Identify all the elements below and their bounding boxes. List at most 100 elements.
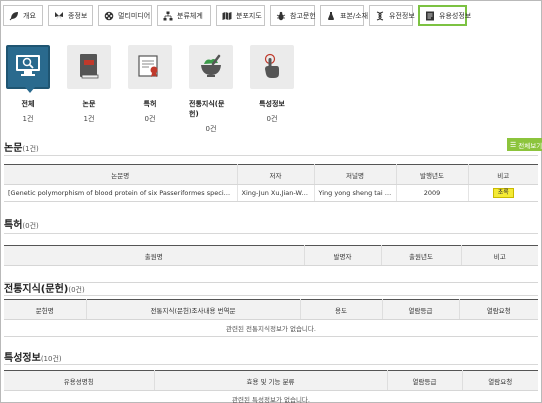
- map-icon: [222, 11, 232, 21]
- column-header: 저널명: [314, 164, 397, 185]
- column-header: 출원명: [4, 245, 305, 266]
- specimen-icon: [326, 11, 336, 21]
- section-heading: 특성정보: [4, 353, 41, 364]
- tab-label: 멀티미디어: [118, 11, 151, 20]
- column-header: 비고: [461, 245, 538, 266]
- category-all[interactable]: 전체 1건: [6, 45, 50, 134]
- category-card[interactable]: [6, 45, 50, 93]
- category-name: 특허: [143, 100, 157, 108]
- column-header: 발행년도: [396, 164, 469, 185]
- tab-label: 참고문헌: [290, 11, 316, 20]
- empty-message: 관련된 전통지식정보가 없습니다.: [4, 319, 538, 337]
- category-name: 전통지식(문헌): [189, 100, 225, 118]
- divider: [4, 295, 538, 296]
- tab-taxonomy[interactable]: 분류체계: [157, 5, 211, 26]
- column-header: 열람등급: [382, 299, 460, 320]
- column-header: 열람요청: [462, 370, 538, 391]
- characteristics-table: 유용성명칭 효용 및 기능 분류 열람등급 열람요청 관련된 특성정보가 없습니…: [4, 370, 538, 403]
- tab-label: 종정보: [68, 11, 88, 20]
- tab-distribution-map[interactable]: 분포지도: [216, 5, 265, 26]
- column-header: 용도: [300, 299, 383, 320]
- paper-title-link[interactable]: [Genetic polymorphism of blood protein o…: [4, 184, 238, 202]
- category-patents[interactable]: 특허 0건: [128, 45, 172, 134]
- tab-label: 개요: [23, 11, 36, 20]
- touch-hand-icon: [261, 53, 283, 81]
- film-reel-icon: [104, 11, 114, 21]
- category-card[interactable]: [67, 45, 111, 89]
- tab-label: 분류체계: [177, 11, 203, 20]
- butterfly-icon: [54, 11, 64, 21]
- leaf-icon: [9, 11, 19, 21]
- category-count: 1건: [22, 115, 34, 123]
- paper-author: Xing-Jun Xu,Jian-Wei …: [237, 184, 315, 202]
- column-header: 효용 및 기능 분류: [154, 370, 388, 391]
- document-list-icon: [425, 11, 435, 21]
- characteristics-section-title: 특성정보(10건): [4, 349, 62, 364]
- mortar-pestle-icon: [198, 54, 224, 80]
- table-header-row: 논문명 저자 저널명 발행년도 비고: [4, 164, 538, 185]
- tab-label: 유전정보: [389, 11, 415, 20]
- abstract-button[interactable]: 초록: [492, 188, 514, 198]
- divider: [4, 233, 538, 234]
- tab-label: 유용성정보: [439, 11, 472, 20]
- column-header: 논문명: [4, 164, 238, 185]
- section-count: (0건): [22, 222, 39, 230]
- empty-message: 관련된 특성정보가 없습니다.: [4, 390, 538, 403]
- tab-label: 표본/소재: [340, 11, 369, 20]
- tab-genetic-info[interactable]: 유전정보: [369, 5, 415, 26]
- column-header: 비고: [468, 164, 538, 185]
- tab-references[interactable]: 참고문헌: [270, 5, 316, 26]
- list-icon: ☰: [510, 140, 517, 149]
- divider: [4, 155, 538, 156]
- category-count: 1건: [83, 115, 95, 123]
- paper-journal: Ying yong sheng tai xu…: [314, 184, 397, 202]
- certificate-icon: [138, 54, 162, 80]
- view-all-label: 전체보기: [518, 141, 542, 150]
- tab-label: 분포지도: [236, 11, 262, 20]
- table-row: 관련된 특성정보가 없습니다.: [4, 390, 538, 403]
- paper-year: 2009: [396, 184, 469, 202]
- tab-multimedia[interactable]: 멀티미디어: [98, 5, 152, 26]
- column-header: 열람요청: [459, 299, 538, 320]
- column-header: 열람등급: [387, 370, 463, 391]
- category-characteristics[interactable]: 특성정보 0건: [250, 45, 294, 134]
- tab-overview[interactable]: 개요: [3, 5, 43, 26]
- dna-icon: [375, 10, 385, 21]
- view-all-button[interactable]: ☰ 전체보기: [507, 138, 542, 151]
- category-name: 논문: [82, 100, 96, 108]
- category-name: 특성정보: [259, 100, 285, 108]
- category-traditional-knowledge[interactable]: 전통지식(문헌) 0건: [189, 45, 233, 134]
- category-count: 0건: [266, 115, 278, 123]
- column-header: 유용성명칭: [4, 370, 155, 391]
- column-header: 출원년도: [381, 245, 462, 266]
- tab-bar: 개요 종정보 멀티미디어 분류체계 분포지도 참고문헌 표본/소재 유전정보 유…: [3, 5, 471, 26]
- section-heading: 전통지식(문헌): [4, 284, 69, 295]
- tab-specimen[interactable]: 표본/소재: [320, 5, 368, 26]
- category-card[interactable]: [250, 45, 294, 89]
- tab-species-info[interactable]: 종정보: [48, 5, 93, 26]
- category-name: 전체: [21, 100, 35, 108]
- traditional-section-title: 전통지식(문헌)(0건): [4, 280, 85, 295]
- tab-usefulness-info[interactable]: 유용성정보: [418, 5, 471, 26]
- tree-hierarchy-icon: [163, 11, 173, 21]
- category-count: 0건: [144, 115, 156, 123]
- column-header: 저자: [237, 164, 315, 185]
- traditional-table: 문헌명 전통지식(문헌)조사내용 번역문 용도 열람등급 열람요청 관련된 전통…: [4, 299, 538, 337]
- book-icon: [78, 53, 100, 81]
- category-selector: 전체 1건 논문 1건 특허 0건 전통지식(문헌) 0건 특성정보 0건: [6, 45, 294, 134]
- section-count: (1건): [22, 145, 39, 153]
- table-row[interactable]: [Genetic polymorphism of blood protein o…: [4, 184, 538, 202]
- section-heading: 특허: [4, 220, 23, 231]
- category-card[interactable]: [189, 45, 233, 89]
- papers-table: 논문명 저자 저널명 발행년도 비고 [Genetic polymorphism…: [4, 164, 538, 202]
- table-header-row: 유용성명칭 효용 및 기능 분류 열람등급 열람요청: [4, 370, 538, 391]
- column-header: 발명자: [304, 245, 382, 266]
- category-card[interactable]: [128, 45, 172, 89]
- column-header: 문헌명: [4, 299, 87, 320]
- patents-table: 출원명 발명자 출원년도 비고: [4, 245, 538, 283]
- category-papers[interactable]: 논문 1건: [67, 45, 111, 134]
- section-count: (0건): [68, 286, 85, 294]
- category-count: 0건: [205, 125, 217, 133]
- section-heading: 논문: [4, 143, 23, 154]
- column-header: 전통지식(문헌)조사내용 번역문: [86, 299, 301, 320]
